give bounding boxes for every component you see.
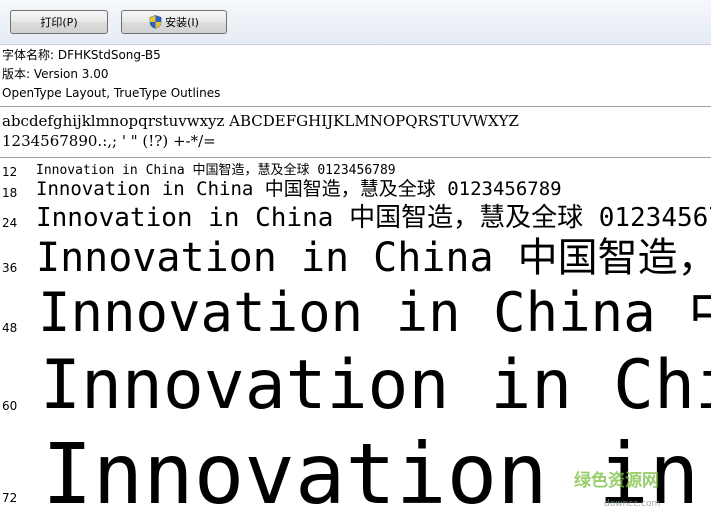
divider [0,106,711,107]
print-button-label: 打印(P) [40,16,78,29]
size-label: 36 [2,261,18,275]
sample-row-24: 24 Innovation in China 中国智造，慧及全球 0123456… [0,202,711,238]
size-label: 12 [2,165,18,179]
sample-area: 12 Innovation in China 中国智造，慧及全球 0123456… [0,158,711,522]
install-button-label: 安装(I) [165,16,199,29]
sample-text: Innovation in China 中国智造，慧及全球 0123456789 [40,348,711,425]
charset-digits-symbols: 1234567890.:,; ' " (!?) +-*/= [2,132,216,150]
size-label: 18 [2,186,18,200]
size-label: 60 [2,399,18,413]
watermark-url: downcc.com [604,499,661,509]
sample-row-60: 60 Innovation in China 中国智造，慧及全球 0123456… [0,348,711,428]
font-name-line: 字体名称: DFHKStdSong-B5 [2,48,161,62]
sample-row-48: 48 Innovation in China 中国智造，慧及全球 0123456… [0,280,711,346]
size-label: 24 [2,216,18,230]
uac-shield-icon [149,15,162,29]
charset-letters: abcdefghijklmnopqrstuvwxyz ABCDEFGHIJKLM… [2,112,519,130]
toolbar: 打印(P) 安装(I) [0,0,711,45]
font-type-line: OpenType Layout, TrueType Outlines [2,86,221,100]
size-label: 48 [2,321,18,335]
sample-text: Innovation in China 中国智造，慧及全球 0123456789 [36,178,562,200]
sample-row-36: 36 Innovation in China 中国智造，慧及全球 0123456… [0,234,711,286]
sample-text: Innovation in China 中国智造，慧及全球 0123456789 [36,235,711,281]
print-button[interactable]: 打印(P) [10,10,108,34]
size-label: 72 [2,491,18,505]
sample-text: Innovation in China 中国智造，慧及全球 0123456789 [36,163,396,178]
sample-text: Innovation in China 中国智造，慧及全球 0123456789 [38,281,711,344]
font-version-line: 版本: Version 3.00 [2,67,109,81]
sample-text: Innovation in China 中国智造，慧及全球 0123456789 [36,203,711,233]
install-button[interactable]: 安装(I) [121,10,227,34]
watermark-logo-text: 绿色资源网 [574,471,659,491]
